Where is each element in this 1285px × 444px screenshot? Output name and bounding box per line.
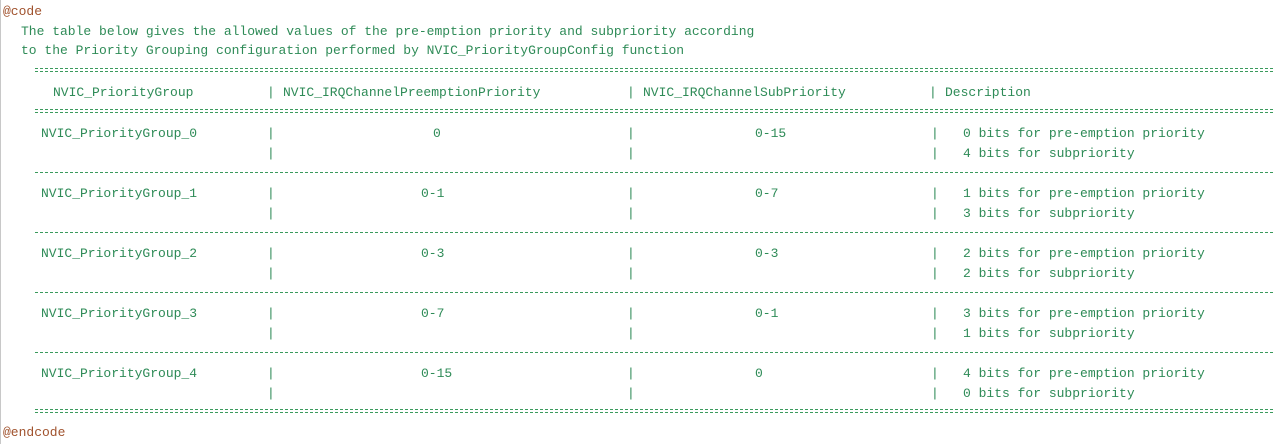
table-rule-row (35, 172, 1273, 173)
row-separator: | (267, 266, 275, 281)
row-separator: | (931, 326, 939, 341)
row-separator: | (267, 146, 275, 161)
row-separator: | (627, 186, 635, 201)
row-separator: | (627, 366, 635, 381)
row-separator: | (267, 326, 275, 341)
row-desc-1: 0 bits for pre-emption priority (963, 126, 1205, 141)
row-desc-2: 0 bits for subpriority (963, 386, 1135, 401)
row-separator: | (267, 246, 275, 261)
table-rule-row (35, 232, 1273, 233)
row-separator: | (627, 126, 635, 141)
row-separator: | (931, 146, 939, 161)
table-rule-header (35, 109, 1273, 113)
row-desc-2: 4 bits for subpriority (963, 146, 1135, 161)
row-sub: 0-15 (755, 126, 787, 141)
row-separator: | (931, 266, 939, 281)
row-preemption: 0-1 (421, 186, 445, 201)
header-description: Description (945, 85, 1031, 100)
code-open-tag: @code (3, 4, 43, 19)
row-separator: | (267, 366, 275, 381)
intro-line-2: to the Priority Grouping configuration p… (21, 43, 685, 58)
header-group: NVIC_PriorityGroup (53, 85, 194, 100)
row-separator: | (267, 206, 275, 221)
row-separator: | (627, 386, 635, 401)
row-separator: | (931, 246, 939, 261)
row-desc-2: 1 bits for subpriority (963, 326, 1135, 341)
row-group: NVIC_PriorityGroup_4 (41, 366, 198, 381)
table-rule-bottom (35, 409, 1273, 413)
row-separator: | (627, 326, 635, 341)
row-separator: | (627, 206, 635, 221)
row-separator: | (931, 386, 939, 401)
row-separator: | (627, 146, 635, 161)
row-group: NVIC_PriorityGroup_3 (41, 306, 198, 321)
table-rule-row (35, 292, 1273, 293)
row-separator: | (931, 186, 939, 201)
header-sub: NVIC_IRQChannelSubPriority (643, 85, 846, 100)
row-preemption: 0-3 (421, 246, 445, 261)
row-group: NVIC_PriorityGroup_1 (41, 186, 198, 201)
row-separator: | (267, 126, 275, 141)
row-separator: | (267, 306, 275, 321)
row-sub: 0 (755, 366, 763, 381)
intro-line-1: The table below gives the allowed values… (21, 24, 755, 39)
row-desc-2: 3 bits for subpriority (963, 206, 1135, 221)
row-separator: | (267, 386, 275, 401)
row-separator: | (627, 246, 635, 261)
row-preemption: 0 (433, 126, 441, 141)
row-preemption: 0-15 (421, 366, 453, 381)
code-close-tag: @endcode (3, 425, 66, 440)
row-separator: | (267, 186, 275, 201)
row-separator: | (931, 126, 939, 141)
row-desc-1: 1 bits for pre-emption priority (963, 186, 1205, 201)
header-separator: | (267, 85, 275, 100)
row-separator: | (627, 266, 635, 281)
row-group: NVIC_PriorityGroup_0 (41, 126, 198, 141)
row-separator: | (931, 366, 939, 381)
table-rule-row (35, 352, 1273, 353)
row-desc-1: 3 bits for pre-emption priority (963, 306, 1205, 321)
row-sub: 0-3 (755, 246, 779, 261)
header-preemption: NVIC_IRQChannelPreemptionPriority (283, 85, 541, 100)
row-desc-1: 4 bits for pre-emption priority (963, 366, 1205, 381)
row-preemption: 0-7 (421, 306, 445, 321)
code-editor[interactable]: @code The table below gives the allowed … (0, 0, 1285, 444)
row-group: NVIC_PriorityGroup_2 (41, 246, 198, 261)
row-separator: | (931, 306, 939, 321)
header-separator: | (627, 85, 635, 100)
row-separator: | (627, 306, 635, 321)
row-desc-1: 2 bits for pre-emption priority (963, 246, 1205, 261)
row-sub: 0-7 (755, 186, 779, 201)
row-sub: 0-1 (755, 306, 779, 321)
header-separator: | (929, 85, 937, 100)
table-rule-top (35, 68, 1273, 72)
row-desc-2: 2 bits for subpriority (963, 266, 1135, 281)
row-separator: | (931, 206, 939, 221)
